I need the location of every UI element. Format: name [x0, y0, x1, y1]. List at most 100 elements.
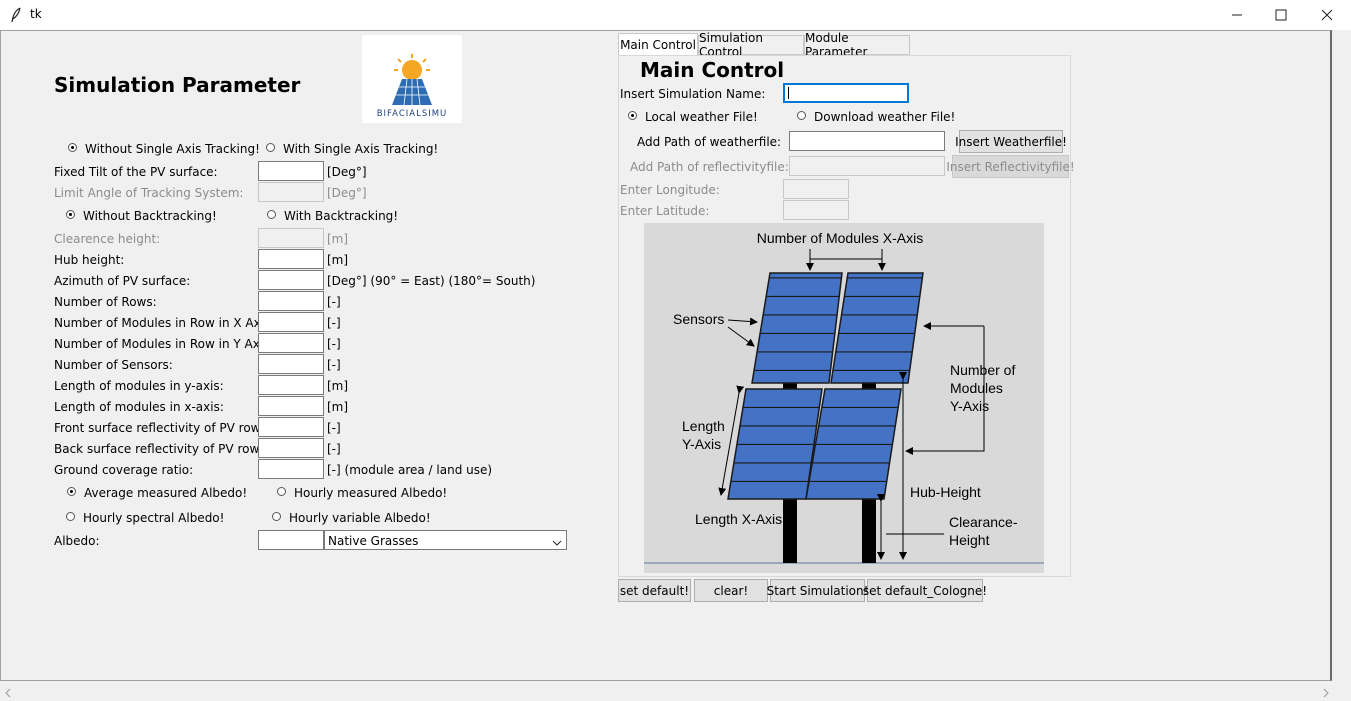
svg-text:Length X-Axis: Length X-Axis: [695, 511, 782, 527]
front-reflectivity-unit: [-]: [327, 421, 341, 435]
radio-average-albedo[interactable]: [67, 487, 76, 496]
insert-reflectivityfile-button[interactable]: Insert Reflectivityfile!: [946, 155, 1075, 178]
limit-angle-input[interactable]: [258, 182, 324, 202]
modules-y-label: Number of Modules in Row in Y Axis:: [54, 337, 274, 351]
radio-hourly-spectral-albedo[interactable]: [66, 512, 75, 521]
radio-with-tracking[interactable]: [266, 143, 275, 152]
modules-x-label: Number of Modules in Row in X Axis:: [54, 316, 275, 330]
back-reflectivity-input[interactable]: [258, 438, 324, 458]
azimuth-input[interactable]: [258, 270, 324, 290]
azimuth-unit: [Deg°] (90° = East) (180°= South): [327, 274, 536, 288]
clearence-height-label: Clearence height:: [54, 232, 161, 246]
tab-simulation-control[interactable]: Simulation Control: [698, 31, 804, 59]
hourly-variable-albedo-label: Hourly variable Albedo!: [289, 511, 431, 525]
length-x-label: Length of modules in x-axis:: [54, 400, 224, 414]
set-default-button[interactable]: set default!: [618, 579, 691, 602]
radio-without-tracking[interactable]: [68, 143, 77, 152]
latitude-label: Enter Latitude:: [620, 204, 710, 218]
limit-angle-unit: [Deg°]: [327, 186, 367, 200]
radio-without-backtracking[interactable]: [66, 210, 75, 219]
start-simulation-button[interactable]: Start Simulation!: [767, 579, 868, 602]
weather-path-label: Add Path of weatherfile:: [637, 135, 782, 149]
local-weather-label: Local weather File!: [645, 110, 758, 124]
length-y-label: Length of modules in y-axis:: [54, 379, 224, 393]
set-default-cologne-button[interactable]: set default_Cologne!: [863, 579, 987, 602]
albedo-select[interactable]: Native Grasses: [324, 530, 567, 550]
svg-text:Y-Axis: Y-Axis: [682, 436, 721, 452]
svg-text:Hub-Height: Hub-Height: [910, 484, 981, 500]
horizontal-scrollbar[interactable]: [0, 683, 1351, 701]
svg-text:Length: Length: [682, 418, 725, 434]
radio-local-weather[interactable]: [628, 111, 637, 120]
front-reflectivity-input[interactable]: [258, 417, 324, 437]
back-reflectivity-unit: [-]: [327, 442, 341, 456]
length-x-unit: [m]: [327, 400, 349, 414]
average-albedo-label: Average measured Albedo!: [84, 486, 248, 500]
hub-height-input[interactable]: [258, 249, 324, 269]
hub-height-unit: [m]: [327, 253, 349, 267]
maximize-button[interactable]: [1258, 0, 1304, 30]
gcr-input[interactable]: [258, 459, 324, 479]
tab-module-parameter[interactable]: Module Parameter: [804, 31, 910, 59]
svg-text:Number of: Number of: [950, 362, 1015, 378]
weather-path-input[interactable]: [789, 131, 945, 151]
svg-text:Height: Height: [949, 532, 990, 548]
radio-with-backtracking[interactable]: [267, 210, 276, 219]
number-rows-label: Number of Rows:: [54, 295, 157, 309]
download-weather-label: Download weather File!: [814, 110, 956, 124]
svg-text:Number of Modules X-Axis: Number of Modules X-Axis: [757, 230, 924, 246]
tab-main-control[interactable]: Main Control: [618, 33, 698, 55]
fixed-tilt-unit: [Deg°]: [327, 165, 367, 179]
svg-text:Y-Axis: Y-Axis: [950, 398, 989, 414]
longitude-input[interactable]: [783, 179, 849, 199]
simulation-name-input[interactable]: [783, 83, 909, 103]
back-reflectivity-label: Back surface reflectivity of PV rows:: [54, 442, 270, 456]
svg-text:Sensors: Sensors: [673, 311, 724, 327]
without-backtracking-label: Without Backtracking!: [83, 209, 217, 223]
insert-weatherfile-button[interactable]: Insert Weatherfile!: [955, 130, 1067, 153]
hourly-measured-albedo-label: Hourly measured Albedo!: [294, 486, 448, 500]
refl-path-input[interactable]: [789, 156, 945, 176]
number-rows-unit: [-]: [327, 295, 341, 309]
gcr-label: Ground coverage ratio:: [54, 463, 194, 477]
azimuth-label: Azimuth of PV surface:: [54, 274, 191, 288]
fixed-tilt-input[interactable]: [258, 161, 324, 181]
clear-button[interactable]: clear!: [694, 579, 768, 602]
with-backtracking-label: With Backtracking!: [284, 209, 399, 223]
number-sensors-unit: [-]: [327, 358, 341, 372]
radio-hourly-variable-albedo[interactable]: [272, 512, 281, 521]
length-y-unit: [m]: [327, 379, 349, 393]
text-cursor: [788, 87, 789, 99]
scroll-right-icon[interactable]: [1322, 687, 1330, 701]
close-button[interactable]: [1304, 0, 1350, 30]
gcr-unit: [-] (module area / land use): [327, 463, 493, 477]
radio-hourly-measured-albedo[interactable]: [277, 487, 286, 496]
chevron-down-icon: [552, 536, 562, 550]
modules-x-unit: [-]: [327, 316, 341, 330]
number-rows-input[interactable]: [258, 291, 324, 311]
number-sensors-input[interactable]: [258, 354, 324, 374]
scroll-left-icon[interactable]: [4, 687, 12, 701]
with-tracking-label: With Single Axis Tracking!: [283, 142, 439, 156]
svg-text:Clearance-: Clearance-: [949, 514, 1018, 530]
radio-download-weather[interactable]: [797, 111, 806, 120]
feather-icon: [10, 7, 22, 26]
hourly-spectral-albedo-label: Hourly spectral Albedo!: [83, 511, 225, 525]
modules-y-input[interactable]: [258, 333, 324, 353]
albedo-select-value: Native Grasses: [328, 534, 419, 548]
clearence-height-input[interactable]: [258, 228, 324, 248]
longitude-label: Enter Longitude:: [620, 183, 720, 197]
minimize-button[interactable]: [1214, 0, 1260, 30]
albedo-input[interactable]: [258, 530, 324, 550]
title-bar: tk: [0, 0, 1351, 30]
window-title: tk: [30, 7, 42, 21]
number-sensors-label: Number of Sensors:: [54, 358, 173, 372]
length-y-input[interactable]: [258, 375, 324, 395]
svg-text:Modules: Modules: [950, 380, 1003, 396]
svg-text:BIFACIALSIMU: BIFACIALSIMU: [377, 109, 448, 119]
latitude-input[interactable]: [783, 200, 849, 220]
fixed-tilt-label: Fixed Tilt of the PV surface:: [54, 165, 218, 179]
length-x-input[interactable]: [258, 396, 324, 416]
clearence-height-unit: [m]: [327, 232, 349, 246]
modules-x-input[interactable]: [258, 312, 324, 332]
